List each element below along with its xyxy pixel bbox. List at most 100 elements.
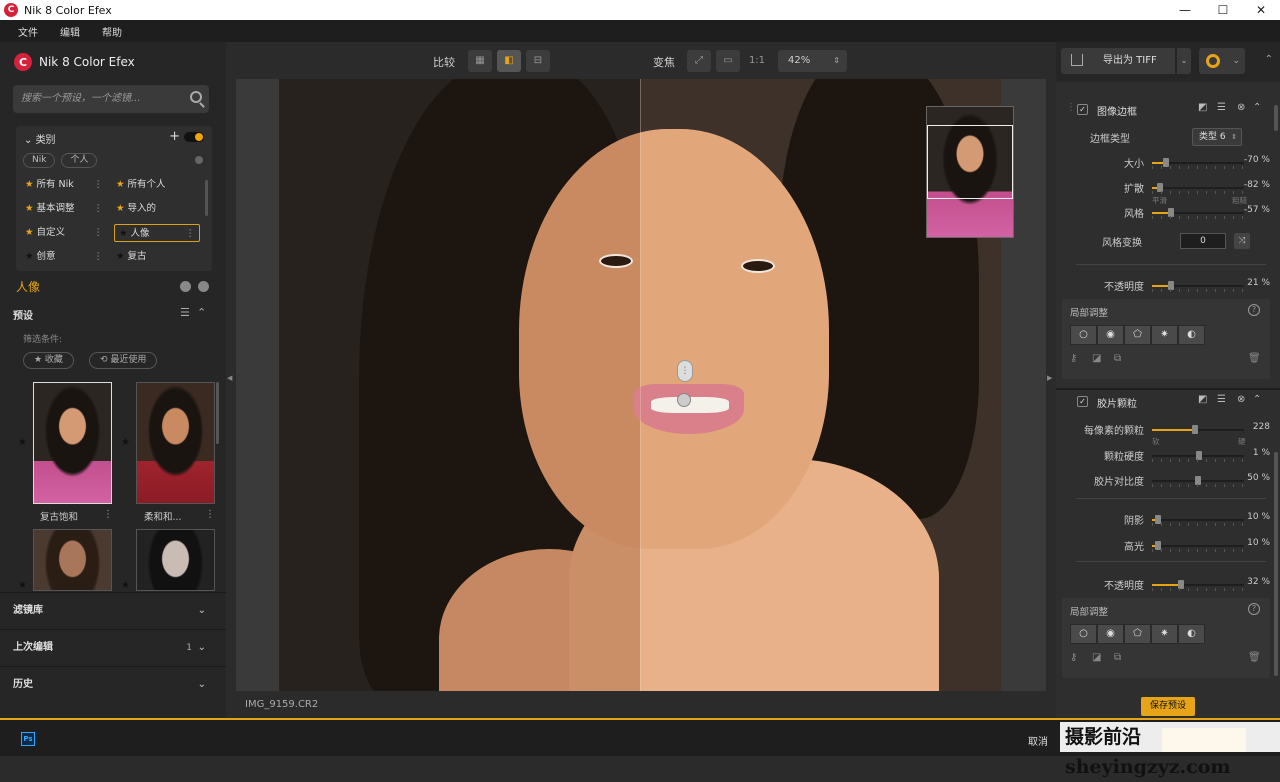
collapse-all-icon[interactable]: ⌃ [1265, 54, 1273, 65]
accordion-history[interactable]: 历史 ⌄ [0, 666, 226, 703]
filter-enable-checkbox[interactable]: ✓ [1077, 396, 1088, 407]
recent-filter[interactable]: ⟲ 最近使用 [89, 352, 158, 369]
filter-enable-checkbox[interactable]: ✓ [1077, 104, 1088, 115]
zoom-select[interactable]: 42% ⇕ [778, 50, 847, 72]
category-item[interactable]: ★ 自定义 ⋮ [21, 224, 107, 242]
category-header[interactable]: ⌄ 类别 [24, 131, 56, 146]
split-handle[interactable]: ⋮ [677, 360, 693, 382]
radial-tool-icon[interactable]: ◉ [1097, 325, 1124, 345]
copy-icon[interactable]: ⧉ [1114, 652, 1121, 663]
slider-value[interactable]: -82 % [1244, 180, 1270, 190]
collapse-right-icon[interactable]: ▶ [1047, 374, 1052, 382]
category-item[interactable]: ★ 创意 ⋮ [21, 248, 107, 266]
slider-track[interactable] [1152, 541, 1244, 550]
accordion-last-edit[interactable]: 上次编辑 1 ⌄ [0, 629, 226, 666]
slider-knob[interactable] [1192, 425, 1199, 434]
accordion-filter-library[interactable]: 滤镜库 ⌄ [0, 592, 226, 629]
key-icon[interactable]: ⚷ [1070, 353, 1077, 364]
split-rotate-handle[interactable] [677, 393, 691, 407]
search-icon[interactable] [190, 91, 202, 103]
mask-view-icon[interactable]: ◪ [1092, 353, 1101, 364]
cancel-button[interactable]: 取消 [1028, 733, 1048, 748]
slider-value[interactable]: -70 % [1244, 155, 1270, 165]
slider-value[interactable]: 228 [1253, 422, 1270, 432]
star-icon[interactable]: ★ [18, 580, 27, 591]
one-to-one-button[interactable]: 1:1 [745, 50, 769, 72]
star-icon[interactable]: ★ [18, 437, 27, 448]
control-point-button[interactable]: ⌄ [1199, 48, 1245, 74]
compare-split-button[interactable]: ◧ [497, 50, 521, 72]
settings-icon[interactable] [195, 156, 203, 164]
preset-thumb[interactable] [136, 529, 215, 591]
slider-value[interactable]: 32 % [1247, 577, 1270, 587]
style-variation-input[interactable]: 0 [1180, 233, 1226, 249]
slider-value[interactable]: 50 % [1247, 473, 1270, 483]
gradient-tool-icon[interactable]: ◐ [1178, 325, 1205, 345]
left-collapse[interactable]: ◀ [226, 42, 236, 718]
slider-value[interactable]: 10 % [1247, 512, 1270, 522]
category-item[interactable]: ★ 基本调整 ⋮ [21, 200, 107, 218]
more-icon[interactable]: ⋮ [205, 509, 215, 520]
menu-icon[interactable]: ☰ [1217, 394, 1226, 405]
photoshop-icon[interactable]: Ps [21, 732, 35, 746]
menu-icon[interactable]: ☰ [1217, 102, 1226, 113]
minimize-button[interactable]: — [1166, 0, 1204, 20]
image-canvas[interactable]: ⋮ [236, 79, 1046, 691]
slider-track[interactable] [1152, 580, 1244, 589]
chevron-up-icon[interactable]: ⌃ [1253, 394, 1261, 405]
close-button[interactable]: ✕ [1242, 0, 1280, 20]
mask-icon[interactable]: ◩ [1198, 394, 1207, 405]
save-preset-button[interactable]: 保存预设 [1141, 697, 1195, 716]
filters-scrollbar-top[interactable] [1274, 105, 1278, 131]
slider-value[interactable]: 1 % [1253, 448, 1270, 458]
circle-tool-icon[interactable]: ○ [1070, 325, 1097, 345]
slider-value[interactable]: 10 % [1247, 538, 1270, 548]
more-icon[interactable]: ⋮ [94, 224, 104, 242]
category-item[interactable]: ★ 所有个人 [112, 176, 198, 194]
help-icon[interactable]: ? [1248, 603, 1260, 615]
slider-value[interactable]: -57 % [1244, 205, 1270, 215]
collapse-left-icon[interactable]: ◀ [227, 374, 232, 382]
navigator-thumbnail[interactable] [926, 106, 1014, 238]
prev-icon[interactable] [180, 281, 191, 292]
more-icon[interactable]: ⋮ [103, 509, 113, 520]
category-scrollbar[interactable] [205, 180, 208, 216]
trash-icon[interactable]: 🗑 [1248, 652, 1261, 663]
maximize-button[interactable]: ☐ [1204, 0, 1242, 20]
radial-tool-icon[interactable]: ◉ [1097, 624, 1124, 644]
export-button[interactable]: 导出为 TIFF [1061, 48, 1175, 74]
chevron-up-icon[interactable]: ⌃ [197, 306, 206, 319]
polygon-tool-icon[interactable]: ⬠ [1124, 325, 1151, 345]
compare-side-by-side-button[interactable]: ▦ [468, 50, 492, 72]
border-type-select[interactable]: 类型 6 ⇕ [1192, 128, 1242, 146]
star-icon[interactable]: ★ [121, 437, 130, 448]
auto-tool-icon[interactable]: ✷ [1151, 325, 1178, 345]
category-item[interactable]: ★ 导入的 [112, 200, 198, 218]
filters-scrollbar[interactable] [1274, 452, 1278, 676]
chevron-up-icon[interactable]: ⌃ [1253, 102, 1261, 113]
category-item-portrait[interactable]: ★ 人像 ⋮ [114, 224, 200, 242]
preset-thumb[interactable] [33, 529, 112, 591]
menu-file[interactable]: 文件 [18, 24, 38, 39]
tag-personal[interactable]: 个人 [61, 153, 98, 168]
fill-button[interactable]: ▭ [716, 50, 740, 72]
polygon-tool-icon[interactable]: ⬠ [1124, 624, 1151, 644]
star-icon[interactable]: ★ [121, 580, 130, 591]
copy-icon[interactable]: ⧉ [1114, 353, 1121, 364]
menu-help[interactable]: 帮助 [102, 24, 122, 39]
filter-header[interactable]: ✓ 胶片颗粒 ◩ ☰ ⊗ ⌃ [1062, 390, 1270, 414]
key-icon[interactable]: ⚷ [1070, 652, 1077, 663]
slider-track[interactable] [1152, 281, 1244, 290]
shuffle-icon[interactable]: ⤨ [1234, 233, 1250, 249]
mask-view-icon[interactable]: ◪ [1092, 652, 1101, 663]
right-collapse[interactable]: ▶ [1046, 42, 1056, 718]
circle-tool-icon[interactable]: ○ [1070, 624, 1097, 644]
category-item[interactable]: ★ 所有 Nik ⋮ [21, 176, 107, 194]
add-category-button[interactable]: + [169, 129, 180, 144]
drag-icon[interactable]: ⋮ [1066, 102, 1076, 113]
fit-button[interactable]: ⤢ [687, 50, 711, 72]
list-icon[interactable]: ☰ [180, 306, 190, 319]
slider-track[interactable] [1152, 515, 1244, 524]
auto-tool-icon[interactable]: ✷ [1151, 624, 1178, 644]
slider-value[interactable]: 21 % [1247, 278, 1270, 288]
